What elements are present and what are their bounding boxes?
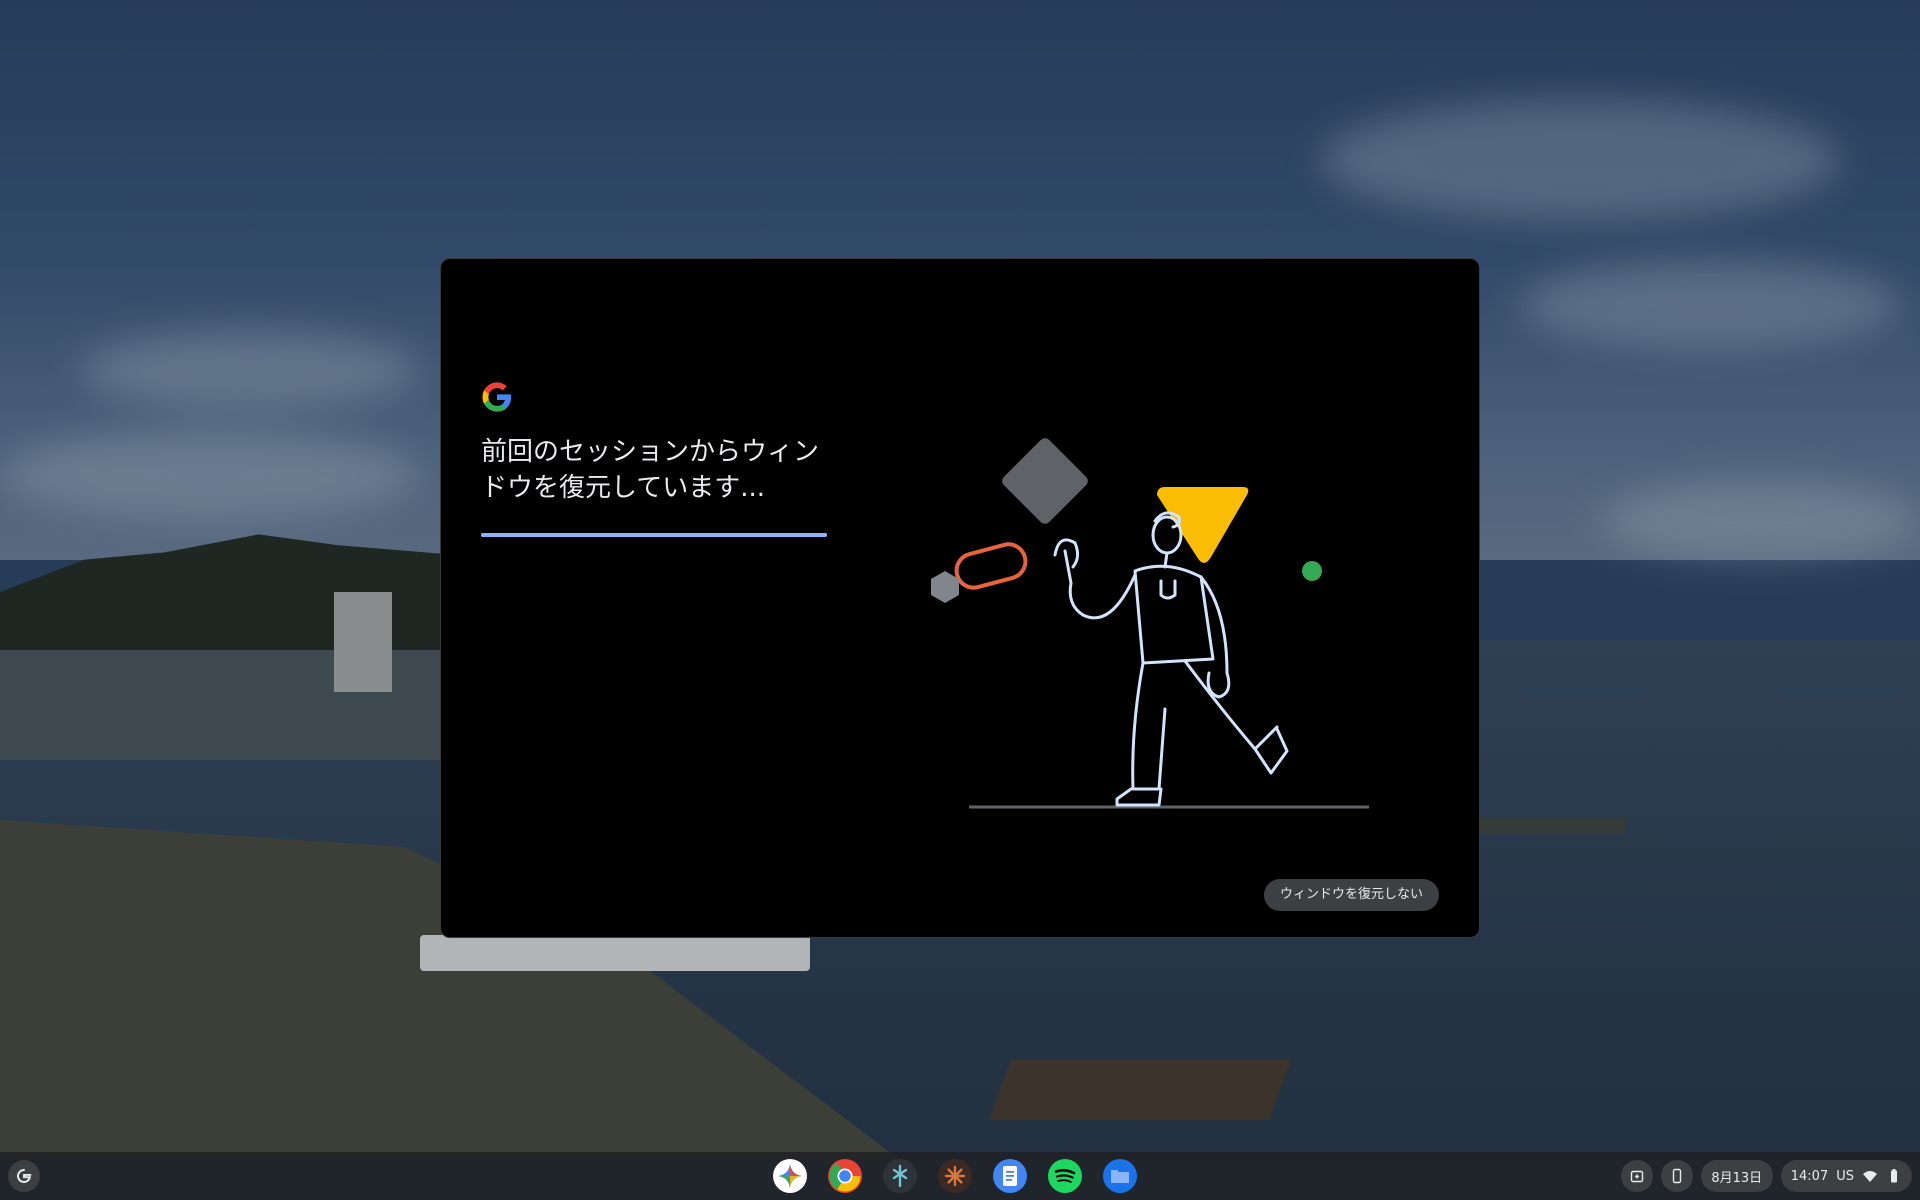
google-g-icon — [17, 1169, 32, 1183]
perplexity-app-button[interactable] — [882, 1158, 918, 1194]
chrome-app-button[interactable] — [827, 1158, 863, 1194]
launcher-button[interactable] — [8, 1160, 40, 1192]
perplexity-app-icon — [883, 1159, 917, 1193]
phone-hub-button[interactable] — [1660, 1160, 1693, 1192]
holding-space-button[interactable] — [1620, 1160, 1653, 1192]
green-dot-shape — [1302, 561, 1322, 581]
spotify-app-button[interactable] — [1047, 1158, 1083, 1194]
files-app-button[interactable] — [1102, 1158, 1138, 1194]
unified-system-tray[interactable]: 14:07 US — [1780, 1160, 1912, 1192]
restore-session-dialog: 前回のセッションからウィンドウを復元しています... ウィンドウを復元しない — [440, 258, 1480, 938]
date-label: 8月13日 — [1711, 1170, 1763, 1186]
dialog-title: 前回のセッションからウィンドウを復元しています... — [481, 437, 820, 503]
walking-person-illustration — [931, 438, 1369, 809]
claude-app-button[interactable] — [937, 1158, 973, 1194]
tote-icon — [1630, 1170, 1643, 1183]
time-label: 14:07 — [1790, 1168, 1829, 1184]
restore-progress-fill — [481, 533, 827, 537]
battery-icon — [1891, 1169, 1897, 1183]
phone-icon — [1672, 1168, 1681, 1184]
pinned-apps — [772, 1152, 1138, 1200]
shelf: 8月13日 14:07 US — [0, 1152, 1920, 1200]
hexagon-shape — [931, 571, 959, 603]
capsule-shape — [954, 542, 1028, 590]
files-app-icon — [1103, 1159, 1137, 1193]
wifi-icon — [1863, 1171, 1877, 1182]
google-docs-app-button[interactable] — [992, 1158, 1028, 1194]
diamond-shape — [1002, 438, 1088, 524]
do-not-restore-button[interactable]: ウィンドウを復元しない — [1263, 879, 1439, 911]
status-tray: 8月13日 14:07 US — [1620, 1160, 1912, 1192]
gemini-app-button[interactable] — [772, 1158, 808, 1194]
restore-progress-bar — [481, 533, 827, 537]
spotify-app-icon — [1048, 1159, 1082, 1193]
ime-label: US — [1836, 1168, 1854, 1184]
gemini-app-icon — [773, 1159, 807, 1193]
claude-app-icon — [938, 1159, 972, 1193]
person-figure — [1053, 511, 1289, 807]
google-logo-icon — [482, 382, 512, 412]
date-tray-button[interactable]: 8月13日 — [1700, 1160, 1773, 1192]
chrome-app-icon — [828, 1159, 862, 1193]
google-docs-app-icon — [993, 1159, 1027, 1193]
